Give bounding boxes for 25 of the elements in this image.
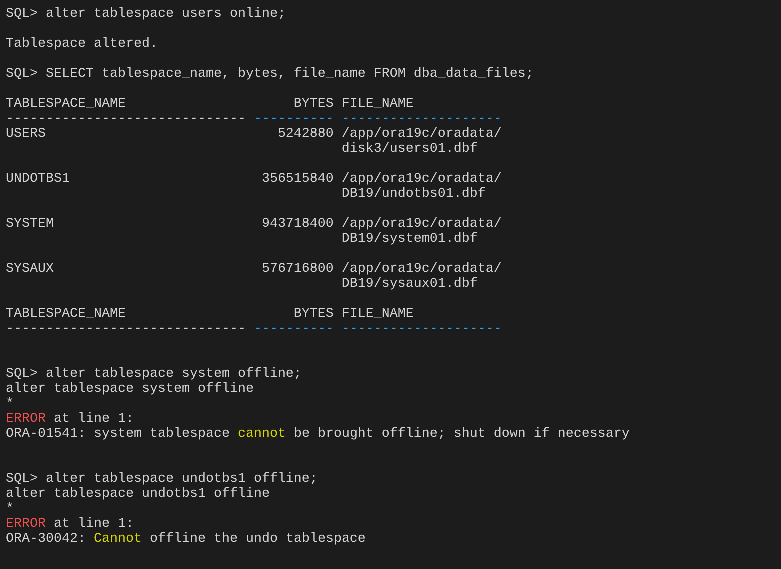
terminal-line: DB19/undotbs01.dbf — [340, 187, 486, 202]
terminal-line: ------------------------------ ---------- -------------------- — [6, 112, 502, 127]
terminal-line: disk3/users01.dbf — [340, 142, 478, 157]
terminal-line: SQL> alter tablespace undotbs1 offline; — [6, 472, 318, 487]
terminal-line: Tablespace altered. — [6, 37, 158, 52]
terminal-line: ------------------------------ ---------- -------------------- — [6, 322, 502, 337]
terminal-line: SQL> SELECT tablespace_name, bytes, file_name FROM dba_data_files; — [6, 67, 534, 82]
terminal-line: ORA-30042: Cannot offline the undo tablespace — [6, 532, 366, 547]
terminal-line: SYSTEM 943718400 /app/ora19c/oradata/ — [6, 217, 502, 232]
terminal-line: TABLESPACE_NAME BYTES FILE_NAME — [6, 307, 414, 322]
terminal-line: alter tablespace system offline — [6, 382, 254, 397]
terminal-line: SQL> alter tablespace system offline; — [6, 367, 302, 382]
terminal-line: ERROR at line 1: — [6, 517, 134, 532]
terminal-line: SQL> alter tablespace users online; — [6, 7, 286, 22]
terminal-line: DB19/sysaux01.dbf — [340, 277, 478, 292]
terminal-line: UNDOTBS1 356515840 /app/ora19c/oradata/ — [6, 172, 502, 187]
terminal-line: * — [6, 397, 14, 412]
terminal-line: SYSAUX 576716800 /app/ora19c/oradata/ — [6, 262, 502, 277]
terminal-line: * — [6, 502, 14, 517]
terminal-line: TABLESPACE_NAME BYTES FILE_NAME — [6, 97, 414, 112]
terminal-line: alter tablespace undotbs1 offline — [6, 487, 270, 502]
terminal-line: ORA-01541: system tablespace cannot be brought offline; shut down if necessary — [6, 427, 630, 442]
terminal-line: DB19/system01.dbf — [340, 232, 478, 247]
terminal-line: ERROR at line 1: — [6, 412, 134, 427]
terminal-line: USERS 5242880 /app/ora19c/oradata/ — [6, 127, 502, 142]
